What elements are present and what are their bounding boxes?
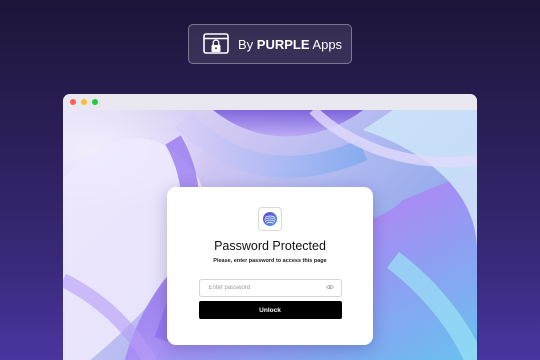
site-logo [258, 207, 282, 231]
maximize-window-dot[interactable] [92, 99, 98, 105]
close-window-dot[interactable] [70, 99, 76, 105]
globe-fingerprint-icon [263, 212, 277, 226]
password-field[interactable] [198, 279, 342, 297]
eye-icon[interactable] [325, 284, 334, 292]
page-subtitle: Please, enter password to access this pa… [213, 258, 327, 264]
page-title: Password Protected [214, 239, 326, 253]
browser-window: Password Protected Please, enter passwor… [63, 94, 477, 360]
badge-prefix: By [238, 36, 257, 52]
minimize-window-dot[interactable] [81, 99, 87, 105]
browser-titlebar [63, 94, 477, 110]
unlock-button[interactable]: Unlock [198, 301, 342, 319]
lock-window-icon [203, 32, 229, 56]
page-background: Password Protected Please, enter passwor… [63, 110, 477, 360]
password-card: Password Protected Please, enter passwor… [167, 187, 373, 345]
badge-text: By PURPLE Apps [238, 37, 342, 52]
by-purple-apps-badge: By PURPLE Apps [188, 24, 352, 64]
password-input[interactable] [208, 285, 319, 291]
badge-suffix: Apps [309, 36, 343, 52]
badge-brand: PURPLE [256, 36, 310, 52]
